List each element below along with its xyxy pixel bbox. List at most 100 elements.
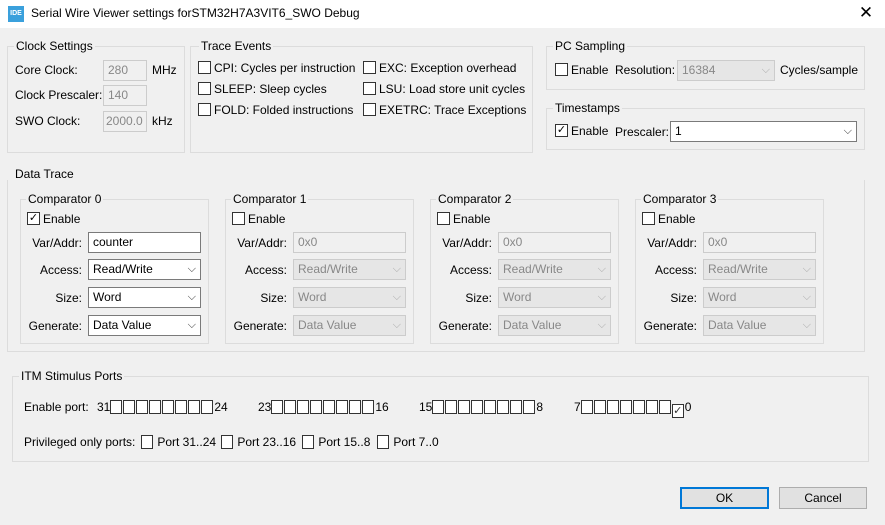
port-hi-label: 31: [97, 400, 111, 414]
comparator-2-var-field[interactable]: 0x0: [498, 232, 611, 253]
port-24-checkbox[interactable]: [201, 400, 214, 414]
port-22-checkbox[interactable]: [284, 400, 297, 414]
port-9-checkbox[interactable]: [510, 400, 523, 414]
privileged-port-checkbox[interactable]: [221, 435, 233, 449]
comparator-3-var-field[interactable]: 0x0: [703, 232, 816, 253]
trace-event-label: EXC: Exception overhead: [379, 61, 517, 75]
group-title: Clock Settings: [14, 39, 95, 53]
cancel-button[interactable]: Cancel: [779, 487, 867, 509]
comparator-1-generate-select[interactable]: Data Value ⌵: [293, 315, 406, 336]
timestamps-enable-checkbox[interactable]: ✓: [555, 124, 568, 137]
comparator-2-size-select[interactable]: Word ⌵: [498, 287, 611, 308]
comparator-0-var-field[interactable]: counter: [88, 232, 201, 253]
app-icon: IDE: [8, 6, 24, 22]
ts-enable-label: Enable: [571, 124, 609, 138]
port-13-checkbox[interactable]: [458, 400, 471, 414]
comparator-3-generate-select[interactable]: Data Value ⌵: [703, 315, 816, 336]
port-28-checkbox[interactable]: [149, 400, 162, 414]
prescaler-select[interactable]: 1 ⌵: [670, 121, 857, 142]
core-clock-field[interactable]: 280: [103, 60, 147, 81]
privileged-port-checkbox[interactable]: [302, 435, 314, 449]
swo-clock-field[interactable]: 2000.0: [103, 111, 147, 132]
window-title: Serial Wire Viewer settings forSTM32H7A3…: [31, 6, 360, 20]
port-hi-label: 23: [258, 400, 272, 414]
trace-event-checkbox[interactable]: [363, 103, 376, 116]
enable-port-label: Enable port:: [24, 400, 89, 414]
port-27-checkbox[interactable]: [162, 400, 175, 414]
port-6-checkbox[interactable]: [593, 400, 606, 414]
port-10-checkbox[interactable]: [497, 400, 510, 414]
comparator-0-enable-checkbox[interactable]: ✓: [27, 212, 40, 225]
ok-button[interactable]: OK: [680, 487, 769, 509]
port-26-checkbox[interactable]: [175, 400, 188, 414]
trace-event-checkbox[interactable]: [198, 61, 211, 74]
port-25-checkbox[interactable]: [188, 400, 201, 414]
privileged-port-checkbox[interactable]: [141, 435, 153, 449]
chevron-down-icon: ⌵: [597, 319, 606, 331]
resolution-select[interactable]: 16384 ⌵: [677, 60, 775, 81]
comparator-1-size-select[interactable]: Word ⌵: [293, 287, 406, 308]
port-29-checkbox[interactable]: [136, 400, 149, 414]
port-5-checkbox[interactable]: [606, 400, 619, 414]
comparator-2-access-select[interactable]: Read/Write ⌵: [498, 259, 611, 280]
trace-event-checkbox[interactable]: [198, 103, 211, 116]
privileged-port-option[interactable]: Port 31..24: [141, 435, 216, 449]
port-18-checkbox[interactable]: [336, 400, 349, 414]
trace-event-checkbox[interactable]: [363, 82, 376, 95]
chevron-down-icon: ⌵: [392, 291, 401, 303]
privileged-port-option[interactable]: Port 7..0: [377, 435, 439, 449]
port-14-checkbox[interactable]: [445, 400, 458, 414]
data-trace-title: Data Trace: [15, 167, 74, 181]
trace-event-label: EXETRC: Trace Exceptions: [379, 103, 527, 117]
generate-value: Data Value: [708, 318, 767, 332]
resolution-label: Resolution:: [615, 63, 676, 77]
port-21-checkbox[interactable]: [297, 400, 310, 414]
core-clock-unit: MHz: [152, 63, 177, 77]
comparator-0-size-select[interactable]: Word ⌵: [88, 287, 201, 308]
port-7-checkbox[interactable]: [580, 400, 593, 414]
var-addr-label: Var/Addr:: [442, 236, 492, 250]
port-19-checkbox[interactable]: [323, 400, 336, 414]
comparator-0-access-select[interactable]: Read/Write ⌵: [88, 259, 201, 280]
privileged-port-option[interactable]: Port 15..8: [302, 435, 370, 449]
access-label: Access:: [654, 263, 697, 277]
size-value: Word: [503, 290, 532, 304]
port-3-checkbox[interactable]: [632, 400, 645, 414]
comparator-0-generate-select[interactable]: Data Value ⌵: [88, 315, 201, 336]
comparator-1-var-field[interactable]: 0x0: [293, 232, 406, 253]
comparator-2-enable-checkbox[interactable]: [437, 212, 450, 225]
privileged-port-checkbox[interactable]: [377, 435, 389, 449]
port-12-checkbox[interactable]: [471, 400, 484, 414]
trace-event-checkbox[interactable]: [198, 82, 211, 95]
comparator-2-generate-select[interactable]: Data Value ⌵: [498, 315, 611, 336]
port-1-checkbox[interactable]: [658, 400, 671, 414]
port-2-checkbox[interactable]: [645, 400, 658, 414]
privileged-port-option[interactable]: Port 23..16: [221, 435, 296, 449]
port-17-checkbox[interactable]: [349, 400, 362, 414]
clock-prescaler-field[interactable]: 140: [103, 85, 147, 106]
comparator-1-enable-checkbox[interactable]: [232, 212, 245, 225]
port-31-checkbox[interactable]: [110, 400, 123, 414]
clock-prescaler-label: Clock Prescaler:: [15, 88, 103, 102]
port-23-checkbox[interactable]: [271, 400, 284, 414]
port-11-checkbox[interactable]: [484, 400, 497, 414]
port-0-checkbox[interactable]: ✓: [671, 404, 684, 418]
port-15-checkbox[interactable]: [432, 400, 445, 414]
trace-event-checkbox[interactable]: [363, 61, 376, 74]
comparator-1-access-select[interactable]: Read/Write ⌵: [293, 259, 406, 280]
close-icon[interactable]: ✕: [857, 3, 875, 23]
enable-label: Enable: [43, 212, 81, 226]
comparator-3-access-select[interactable]: Read/Write ⌵: [703, 259, 816, 280]
port-20-checkbox[interactable]: [310, 400, 323, 414]
pc-sampling-enable-checkbox[interactable]: [555, 63, 568, 76]
chevron-down-icon: ⌵: [802, 319, 811, 331]
port-4-checkbox[interactable]: [619, 400, 632, 414]
port-30-checkbox[interactable]: [123, 400, 136, 414]
port-16-checkbox[interactable]: [362, 400, 375, 414]
var-addr-label: Var/Addr:: [237, 236, 287, 250]
enable-label: Enable: [658, 212, 696, 226]
port-8-checkbox[interactable]: [523, 400, 536, 414]
resolution-unit: Cycles/sample: [780, 63, 859, 77]
comparator-3-enable-checkbox[interactable]: [642, 212, 655, 225]
comparator-3-size-select[interactable]: Word ⌵: [703, 287, 816, 308]
